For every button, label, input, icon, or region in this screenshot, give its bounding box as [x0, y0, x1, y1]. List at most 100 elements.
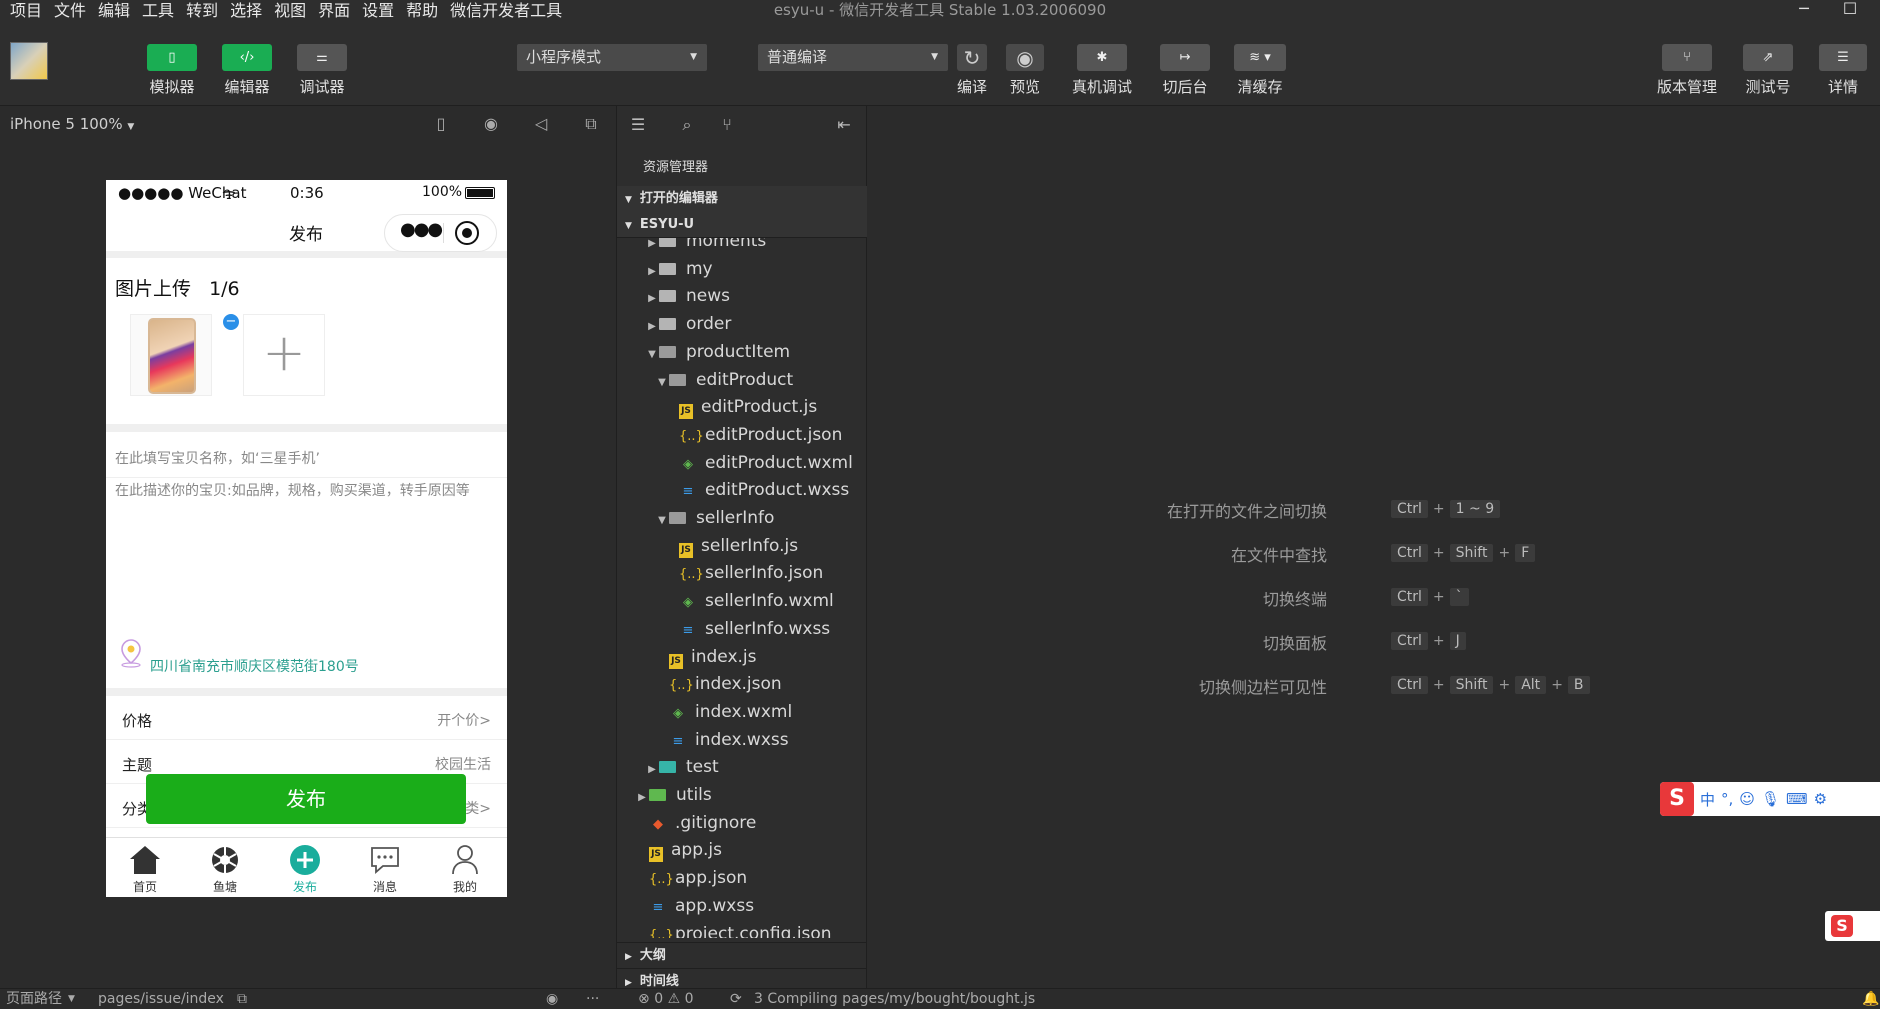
version-button[interactable]: ⑂ 版本管理	[1657, 44, 1717, 97]
editor-button[interactable]: ‹/› 编辑器	[222, 44, 272, 97]
test-account-button[interactable]: ⇗ 测试号	[1743, 44, 1793, 97]
file-tree-item[interactable]: JS editProduct.js	[617, 394, 867, 421]
file-tree-item[interactable]: ▶ moments	[617, 238, 867, 255]
page-path-label[interactable]: 页面路径	[6, 989, 62, 1009]
shortcut-label: 切换终端	[1262, 590, 1327, 609]
file-tree-item[interactable]: ◈ editProduct.wxml	[617, 450, 867, 477]
chevron-down-icon[interactable]: ▼	[68, 989, 75, 1009]
compile-button[interactable]: ↻ 编译	[957, 44, 987, 97]
collapse-panel-icon[interactable]: ⇤	[833, 114, 855, 136]
menu-item-help[interactable]: 帮助	[400, 1, 444, 21]
file-tree-item[interactable]: {..}index.json	[617, 671, 867, 698]
file-tree-item[interactable]: JS index.js	[617, 644, 867, 671]
file-tree-item[interactable]: ▶ test	[617, 754, 867, 781]
file-tree-item[interactable]: JS app.js	[617, 837, 867, 864]
menu-item-project[interactable]: 项目	[4, 1, 48, 21]
file-tree-label: utils	[676, 785, 712, 805]
remote-debug-button[interactable]: ✱ 真机调试	[1072, 44, 1132, 97]
bell-icon[interactable]: 🔔	[1862, 989, 1879, 1009]
device-select[interactable]: iPhone 5 100%	[10, 115, 123, 133]
chevron-down-icon[interactable]: ▼	[127, 122, 134, 132]
list-icon[interactable]: ☰	[627, 114, 649, 136]
menu-item-goto[interactable]: 转到	[180, 1, 224, 21]
ime-toolbar[interactable]: S 中 °, ☺ 🎙 ⌨ ⚙	[1660, 782, 1880, 816]
avatar[interactable]	[10, 42, 48, 80]
more-icon[interactable]: ●●●	[400, 219, 443, 240]
phone-icon[interactable]: ▯	[431, 114, 451, 134]
wxml-file-icon: ◈	[673, 705, 683, 721]
add-image-button[interactable]: +	[243, 314, 325, 396]
menu-item-edit[interactable]: 编辑	[92, 1, 136, 21]
price-row[interactable]: 价格 开个价>	[106, 696, 507, 740]
key-cap: Ctrl	[1391, 588, 1428, 606]
simulator-button[interactable]: ▯ 模拟器	[147, 44, 197, 97]
product-description-input[interactable]: 在此描述你的宝贝:如品牌，规格，购买渠道，转手原因等	[115, 482, 495, 500]
file-tree-item[interactable]: ≡ index.wxss	[617, 727, 867, 754]
eye-icon[interactable]: ◉	[546, 989, 558, 1009]
menu-item-interface[interactable]: 界面	[312, 1, 356, 21]
error-count[interactable]: ⊗ 0 ⚠ 0	[638, 989, 694, 1009]
minimize-icon[interactable]: ─	[1786, 0, 1822, 20]
open-editors-section[interactable]: ▼ 打开的编辑器	[617, 186, 867, 212]
capsule-menu[interactable]: ●●●	[384, 214, 497, 252]
file-tree-item[interactable]: ≡ sellerInfo.wxss	[617, 616, 867, 643]
debugger-button[interactable]: ⚌ 调试器	[297, 44, 347, 97]
file-tree-item[interactable]: ≡ app.wxss	[617, 893, 867, 920]
file-tree-item[interactable]: ◈ index.wxml	[617, 699, 867, 726]
sogou-float-icon[interactable]: S	[1825, 911, 1880, 941]
tab-profile[interactable]: 我的	[435, 842, 495, 895]
search-icon[interactable]: ⌕	[676, 114, 698, 136]
product-name-input[interactable]: 在此填写宝贝名称，如‘三星手机’	[115, 448, 320, 468]
file-tree-item[interactable]: {..}app.json	[617, 865, 867, 892]
source-control-icon[interactable]: ⑂	[716, 114, 738, 136]
more-icon[interactable]: ···	[586, 989, 599, 1009]
preview-button[interactable]: ◉ 预览	[1006, 44, 1044, 97]
file-tree-item[interactable]: ▶ news	[617, 283, 867, 310]
file-tree-label: project.config.json	[675, 923, 832, 939]
file-tree-item[interactable]: ▶ utils	[617, 782, 867, 809]
menu-item-file[interactable]: 文件	[48, 1, 92, 21]
close-mini-program-icon[interactable]	[455, 221, 479, 245]
menu-icon: ☰	[1819, 44, 1867, 71]
compile-select[interactable]: 普通编译 ▼	[758, 44, 948, 71]
menu-item-settings[interactable]: 设置	[356, 1, 400, 21]
menu-item-wechat-devtools[interactable]: 微信开发者工具	[444, 1, 568, 21]
tab-messages[interactable]: 消息	[355, 842, 415, 895]
menu-item-view[interactable]: 视图	[268, 1, 312, 21]
menu-item-select[interactable]: 选择	[224, 1, 268, 21]
uploaded-image[interactable]	[130, 314, 212, 396]
remove-image-icon[interactable]: −	[223, 314, 239, 330]
chevron-right-icon: ▶	[638, 792, 646, 803]
background-button[interactable]: ↦ 切后台	[1160, 44, 1210, 97]
record-icon[interactable]: ◉	[481, 114, 501, 134]
tab-home[interactable]: 首页	[115, 842, 175, 895]
mode-select[interactable]: 小程序模式 ▼	[517, 44, 707, 71]
details-button[interactable]: ☰ 详情	[1819, 44, 1867, 97]
file-tree-item[interactable]: ▶ my	[617, 256, 867, 283]
file-tree-item[interactable]: ◆ .gitignore	[617, 810, 867, 837]
file-tree-item[interactable]: {..}sellerInfo.json	[617, 560, 867, 587]
copy-icon[interactable]: ⧉	[237, 989, 247, 1009]
file-tree-item[interactable]: ▼ productItem	[617, 339, 867, 366]
file-tree-item[interactable]: ▼ editProduct	[617, 367, 867, 394]
file-tree-item[interactable]: ▼ sellerInfo	[617, 505, 867, 532]
folder-icon	[669, 512, 686, 524]
file-tree-item[interactable]: ◈ sellerInfo.wxml	[617, 588, 867, 615]
outline-section[interactable]: ▶ 大纲	[617, 942, 867, 968]
tab-publish[interactable]: 发布	[275, 842, 335, 895]
file-tree-item[interactable]: JS sellerInfo.js	[617, 533, 867, 560]
menu-item-tools[interactable]: 工具	[136, 1, 180, 21]
js-file-icon: JS	[679, 542, 693, 558]
file-tree-item[interactable]: ▶ order	[617, 311, 867, 338]
file-tree-item[interactable]: {..}project.config.json	[617, 921, 867, 939]
clear-cache-button[interactable]: ≋ ▾ 清缓存	[1234, 44, 1286, 97]
project-section[interactable]: ▼ ESYU-U	[617, 212, 867, 238]
window-icon[interactable]: ⧉	[581, 114, 601, 134]
maximize-icon[interactable]: ☐	[1832, 0, 1868, 20]
tab-fishpond[interactable]: 鱼塘	[195, 842, 255, 895]
file-tree-item[interactable]: ≡ editProduct.wxss	[617, 477, 867, 504]
volume-icon[interactable]: ◁	[531, 114, 551, 134]
location-text[interactable]: 四川省南充市顺庆区模范街180号	[150, 656, 359, 676]
publish-button[interactable]: 发布	[146, 774, 466, 824]
file-tree-item[interactable]: {..}editProduct.json	[617, 422, 867, 449]
